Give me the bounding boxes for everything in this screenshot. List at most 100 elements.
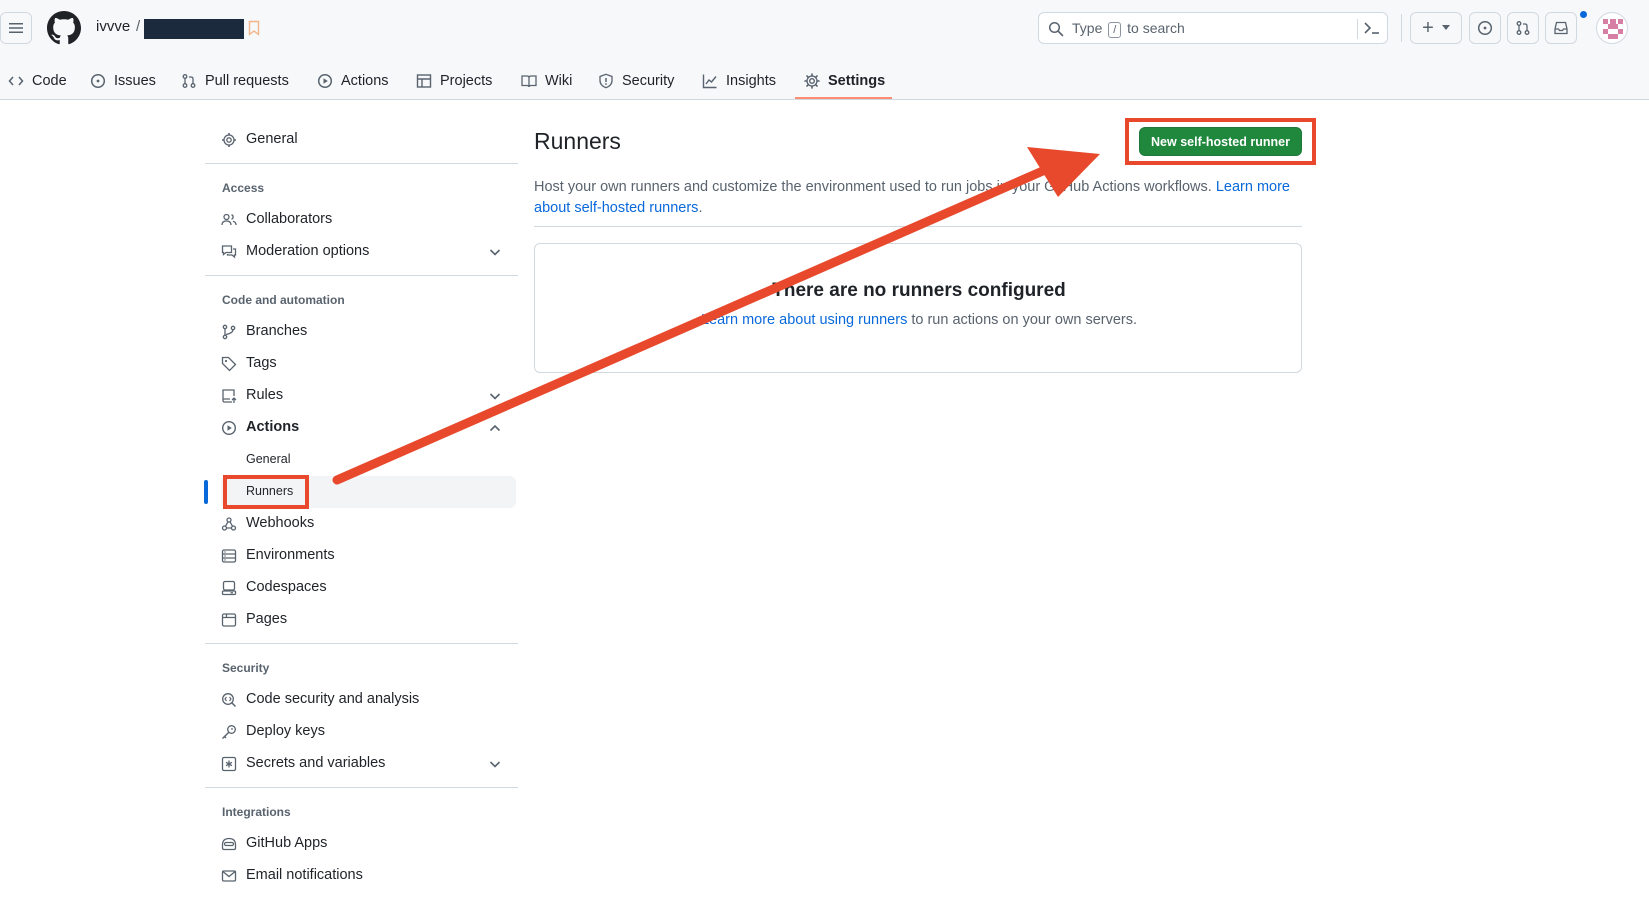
caret-down-icon [1441,25,1450,30]
tab-security-label: Security [622,73,675,89]
tab-security[interactable]: Security [598,62,674,100]
issues-button[interactable] [1469,12,1501,44]
section-divider [534,226,1302,227]
avatar[interactable] [1596,12,1628,44]
sidebar-item-code-security[interactable]: Code security and analysis [205,684,518,716]
sidebar-item-pages[interactable]: Pages [205,604,518,636]
sidebar-item-label: Branches [246,323,308,339]
sidebar-item-label: General [246,452,291,466]
tab-wiki[interactable]: Wiki [521,62,572,100]
sidebar-item-tags[interactable]: Tags [205,348,518,380]
repo-push-icon [222,389,237,403]
chevron-down-icon [489,761,501,768]
tab-settings[interactable]: Settings [804,62,885,100]
play-icon [317,73,333,89]
description-period: . [698,200,703,216]
sidebar-divider [205,163,518,164]
sidebar-heading-code-automation: Code and automation [222,293,345,307]
sidebar-item-general[interactable]: General [205,124,518,156]
sidebar-item-label: Secrets and variables [246,755,386,771]
gear-icon [804,73,820,89]
code-icon [8,76,24,86]
bookmark-icon [248,20,260,36]
sidebar-heading-integrations: Integrations [222,805,291,819]
sidebar-item-moderation-options[interactable]: Moderation options [205,236,518,268]
tag-icon [221,356,237,372]
pull-requests-button[interactable] [1507,12,1539,44]
empty-state-box: There are no runners configured Learn mo… [534,243,1302,373]
github-logo-icon[interactable] [47,11,81,45]
sidebar-item-codespaces[interactable]: Codespaces [205,572,518,604]
tab-settings-label: Settings [828,73,886,89]
book-icon [521,75,537,88]
sidebar-item-rules[interactable]: Rules [205,380,518,412]
tab-projects[interactable]: Projects [416,62,492,100]
sidebar-divider [205,275,518,276]
sidebar-item-deploy-keys[interactable]: Deploy keys [205,716,518,748]
sidebar-item-label: GitHub Apps [246,835,328,851]
annotation-highlight-new-runner [1125,118,1316,165]
tab-pull-requests[interactable]: Pull requests [181,62,289,100]
repo-owner-link[interactable]: ivvve [96,18,130,35]
webhook-icon [221,517,237,531]
sidebar-item-actions[interactable]: Actions [205,412,518,444]
empty-state-title: There are no runners configured [772,280,1066,301]
tab-insights[interactable]: Insights [702,62,776,100]
pull-request-icon [182,74,196,88]
plus-icon: + [1422,17,1434,39]
sidebar-item-label: Rules [246,387,284,403]
description-text: Host your own runners and customize the … [534,179,1212,195]
header-divider [1401,14,1402,42]
sidebar-item-environments[interactable]: Environments [205,540,518,572]
annotation-highlight-runners [223,475,309,509]
global-header: ivvve / Type / to search + Code Issues P… [0,0,1649,100]
search-input[interactable]: Type / to search [1038,12,1388,44]
branch-icon [222,324,236,340]
notification-dot [1579,10,1588,19]
search-placeholder: Type / to search [1072,20,1185,38]
tab-projects-label: Projects [440,73,493,89]
sidebar-item-email-notifications[interactable]: Email notifications [205,860,518,892]
create-new-button[interactable]: + [1410,12,1462,44]
tab-insights-label: Insights [726,73,776,89]
tab-actions[interactable]: Actions [317,62,389,100]
sidebar-item-label: Environments [246,547,335,563]
comment-discussion-icon [221,245,237,259]
chevron-down-icon [489,249,501,256]
sidebar-item-github-apps[interactable]: GitHub Apps [205,828,518,860]
hubot-icon [221,837,237,851]
tab-issues-label: Issues [114,73,156,89]
sidebar-item-collaborators[interactable]: Collaborators [205,204,518,236]
sidebar-item-branches[interactable]: Branches [205,316,518,348]
repo-tabs: Code Issues Pull requests Actions Projec… [0,62,1000,100]
codespaces-icon [221,580,237,596]
sidebar-heading-access: Access [222,181,265,195]
sidebar-heading-security: Security [222,661,270,675]
tab-pull-requests-label: Pull requests [205,73,289,89]
key-icon [222,725,236,739]
chevron-down-icon [489,393,501,400]
empty-state-text: Learn more about using runners to run ac… [535,312,1303,328]
selected-tab-underline [795,97,892,99]
inbox-button[interactable] [1545,12,1577,44]
menu-button[interactable] [0,12,32,44]
asterisk-box-icon [221,756,237,772]
search-placeholder-prefix: Type [1072,20,1103,36]
sidebar-item-label: Codespaces [246,579,327,595]
sidebar-item-secrets-variables[interactable]: Secrets and variables [205,748,518,780]
sidebar-item-webhooks[interactable]: Webhooks [205,508,518,540]
tab-issues[interactable]: Issues [90,62,156,100]
command-palette-icon[interactable] [1363,20,1381,36]
learn-more-runners-link[interactable]: Learn more about using runners [701,312,907,328]
sidebar-divider [205,787,518,788]
redacted-repo-name[interactable] [144,19,244,39]
server-icon [221,549,237,563]
search-placeholder-suffix: to search [1127,20,1185,36]
issue-icon [90,73,106,89]
sidebar-subitem-actions-general[interactable]: General [205,444,518,476]
tab-code[interactable]: Code [8,62,67,100]
sidebar-item-label: Deploy keys [246,723,325,739]
path-separator: / [136,18,141,35]
empty-state-suffix: to run actions on your own servers. [907,312,1138,328]
browser-icon [221,613,237,627]
